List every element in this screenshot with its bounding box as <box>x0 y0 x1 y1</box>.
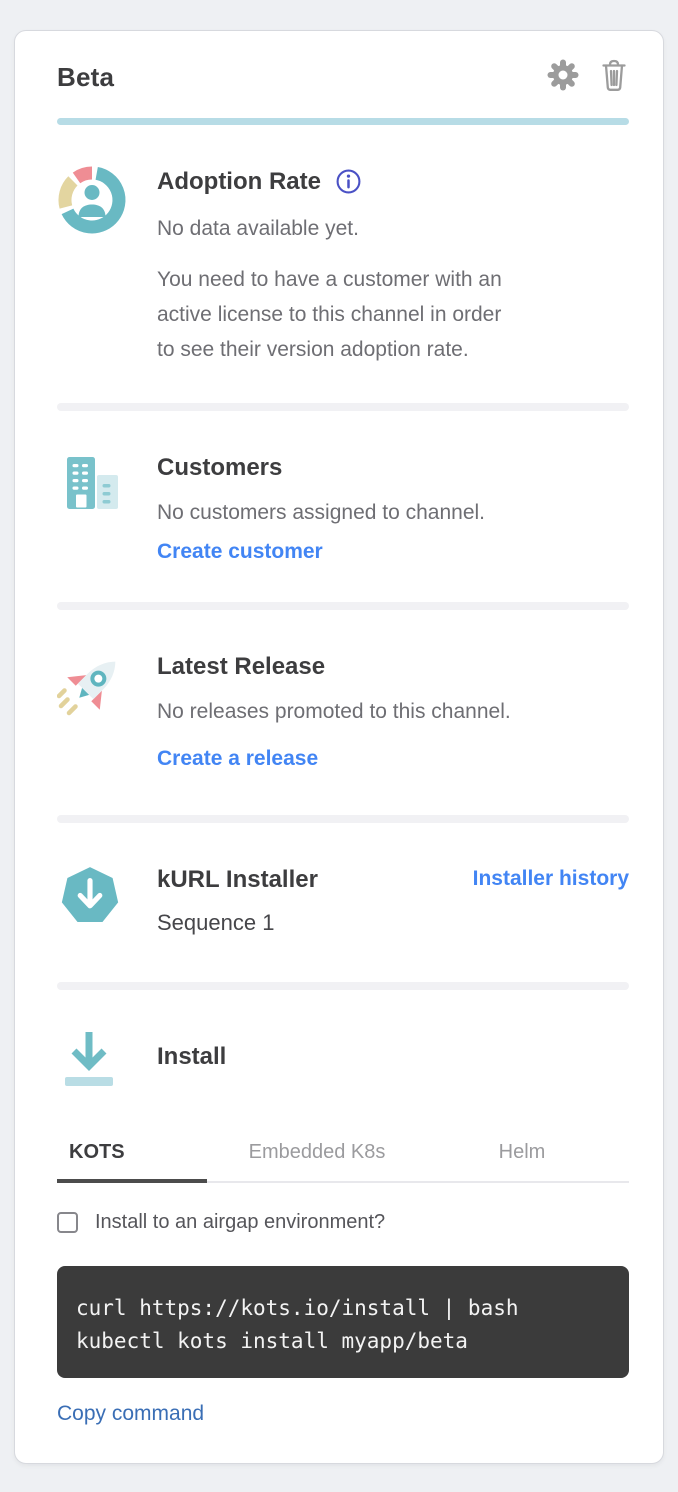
latest-release-content: Latest Release No releases promoted to t… <box>157 650 629 771</box>
section-divider <box>57 982 629 990</box>
install-content: Install <box>157 1026 629 1101</box>
latest-release-section: Latest Release No releases promoted to t… <box>57 650 629 771</box>
adoption-donut-icon <box>57 165 127 367</box>
command-line: kubectl kots install myapp/beta <box>76 1325 611 1358</box>
kurl-installer-section: kURL Installer Sequence 1 Installer hist… <box>57 863 629 938</box>
install-arrow-icon <box>57 1026 127 1101</box>
copy-command-link[interactable]: Copy command <box>57 1402 204 1426</box>
latest-release-status: No releases promoted to this channel. <box>157 697 629 727</box>
tab-helm[interactable]: Helm <box>427 1141 617 1181</box>
customers-content: Customers No customers assigned to chann… <box>157 451 629 564</box>
kurl-text: kURL Installer Sequence 1 <box>157 863 318 938</box>
customers-building-icon <box>57 451 127 564</box>
latest-release-title: Latest Release <box>157 650 629 683</box>
kurl-sequence: Sequence 1 <box>157 908 318 938</box>
customers-title: Customers <box>157 451 629 484</box>
adoption-status: No data available yet. <box>157 214 629 244</box>
adoption-hint-line: You need to have a customer with an <box>157 262 629 297</box>
install-command-block: curl https://kots.io/install | bashkubec… <box>57 1266 629 1378</box>
adoption-title-row: Adoption Rate <box>157 165 629 198</box>
installer-history-link[interactable]: Installer history <box>473 863 629 938</box>
customers-section: Customers No customers assigned to chann… <box>57 451 629 564</box>
info-icon[interactable] <box>335 168 362 195</box>
kurl-heptagon-icon <box>57 863 127 938</box>
create-customer-link[interactable]: Create customer <box>157 540 323 564</box>
card-header: Beta <box>57 31 629 97</box>
kurl-title: kURL Installer <box>157 863 318 896</box>
header-actions <box>547 58 629 97</box>
install-section: Install <box>57 1026 629 1101</box>
install-tabs: KOTS Embedded K8s Helm <box>57 1141 629 1183</box>
adoption-title: Adoption Rate <box>157 165 321 198</box>
section-divider <box>57 403 629 411</box>
airgap-checkbox[interactable] <box>57 1212 78 1233</box>
channel-title: Beta <box>57 62 114 93</box>
section-divider <box>57 815 629 823</box>
adoption-hint-line: active license to this channel in order <box>157 297 629 332</box>
section-divider <box>57 602 629 610</box>
adoption-content: Adoption Rate No data available yet. You… <box>157 165 629 367</box>
airgap-label: Install to an airgap environment? <box>95 1211 385 1234</box>
command-line: curl https://kots.io/install | bash <box>76 1292 611 1325</box>
kurl-content: kURL Installer Sequence 1 Installer hist… <box>157 863 629 938</box>
channel-accent-bar <box>57 118 629 125</box>
adoption-hint: You need to have a customer with an acti… <box>157 262 629 367</box>
customers-status: No customers assigned to channel. <box>157 498 629 528</box>
channel-card: Beta <box>14 30 664 1464</box>
airgap-option: Install to an airgap environment? <box>57 1211 629 1234</box>
adoption-hint-line: to see their version adoption rate. <box>157 332 629 367</box>
install-title: Install <box>157 1040 629 1073</box>
tab-kots[interactable]: KOTS <box>57 1141 207 1183</box>
page-background: { "colors": { "accent_teal": "#b7dce6", … <box>0 0 678 1492</box>
rocket-icon <box>57 650 127 771</box>
adoption-rate-section: Adoption Rate No data available yet. You… <box>57 165 629 367</box>
gear-icon[interactable] <box>547 59 579 96</box>
create-release-link[interactable]: Create a release <box>157 747 318 771</box>
tab-embedded-k8s[interactable]: Embedded K8s <box>207 1141 427 1181</box>
trash-icon[interactable] <box>599 58 629 97</box>
